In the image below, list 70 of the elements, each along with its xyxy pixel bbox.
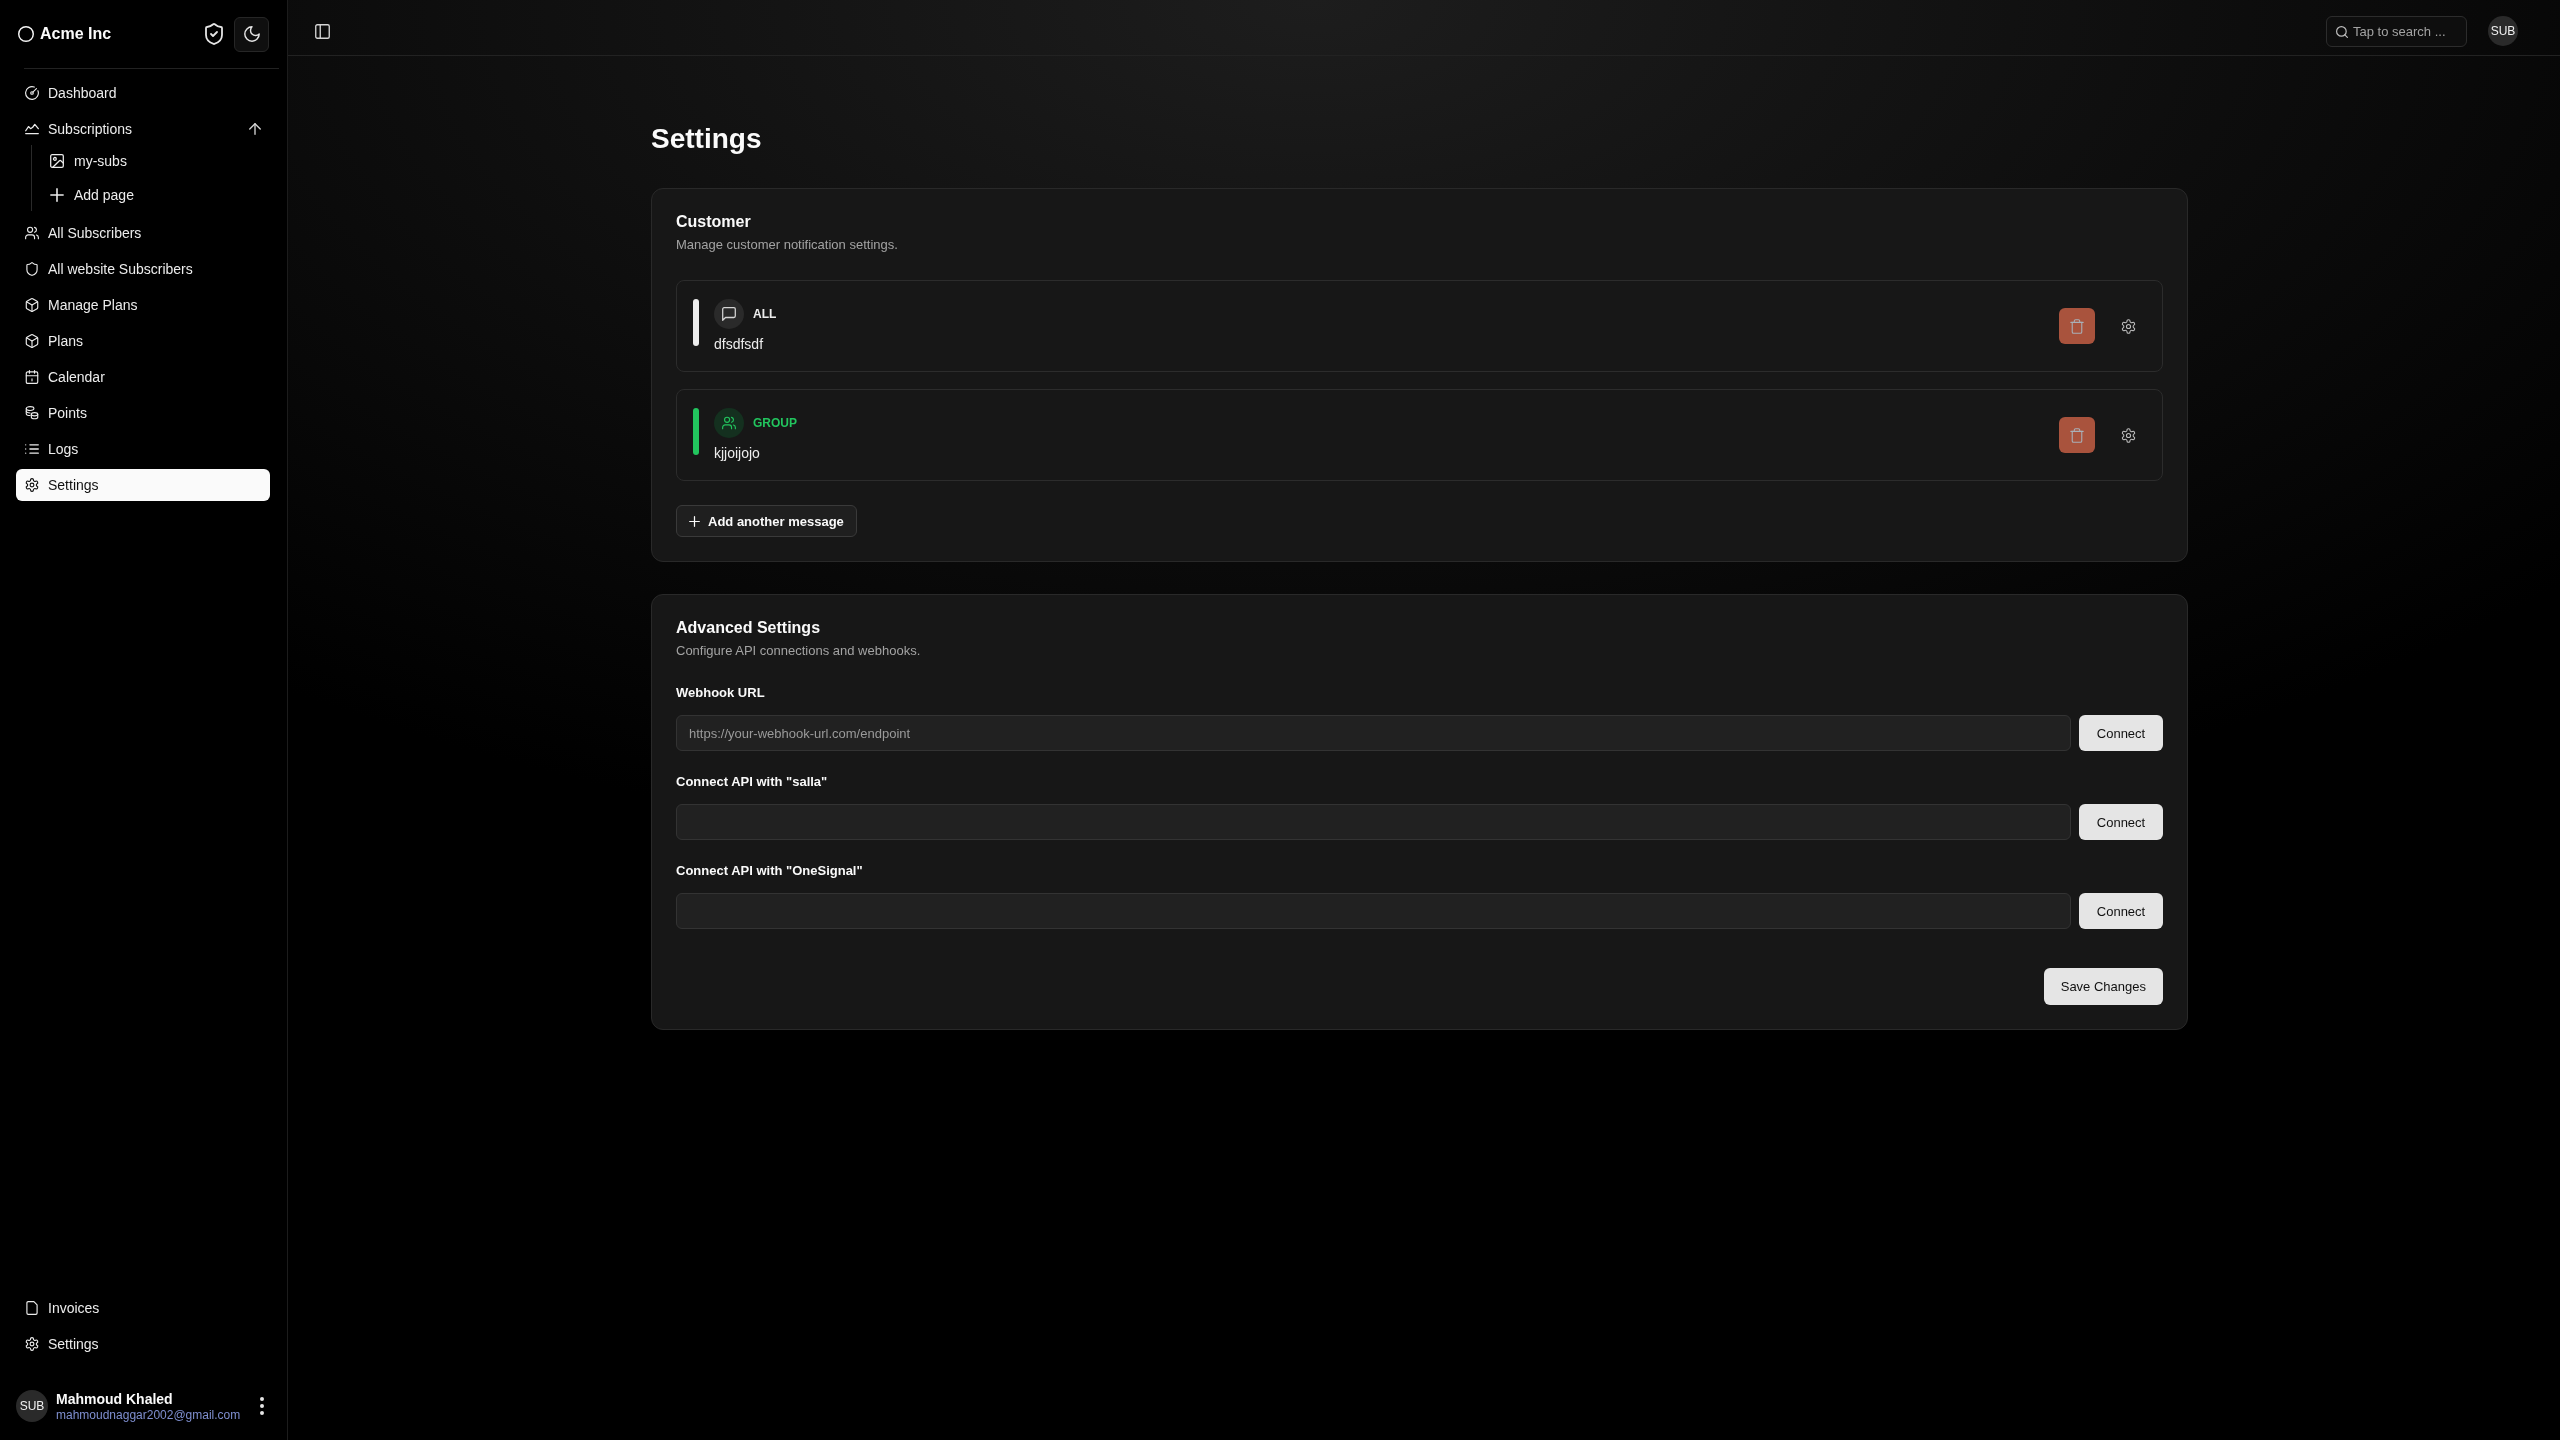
user-email: mahmoudnaggar2002@gmail.com bbox=[56, 1407, 241, 1422]
nav-item[interactable]: Plans bbox=[16, 325, 270, 357]
input-field[interactable]: https://your-webhook-url.com/endpoint bbox=[676, 715, 2071, 751]
line-chart-icon bbox=[25, 122, 39, 136]
input-field[interactable] bbox=[676, 893, 2071, 929]
nav-item[interactable]: Manage Plans bbox=[16, 289, 270, 321]
field-label: Connect API with "salla" bbox=[676, 773, 828, 791]
file-icon bbox=[25, 1301, 39, 1315]
card-title: Customer bbox=[676, 212, 751, 232]
plus-icon bbox=[50, 188, 64, 202]
add-message-button[interactable]: Add another message bbox=[676, 505, 857, 537]
shield-check-icon bbox=[205, 23, 223, 45]
connect-button[interactable]: Connect bbox=[2079, 804, 2163, 840]
plus-icon bbox=[689, 515, 700, 527]
save-button[interactable]: Save Changes bbox=[2043, 968, 2163, 1005]
nav-item[interactable]: Subscriptions bbox=[16, 113, 270, 145]
message-text: kjjoijojo bbox=[714, 444, 760, 462]
user-name: Mahmoud Khaled bbox=[56, 1390, 173, 1407]
shield-icon bbox=[25, 262, 39, 276]
users-icon bbox=[25, 226, 39, 240]
audience-label: ALL bbox=[753, 307, 777, 321]
coins-icon bbox=[25, 406, 39, 420]
settings-icon bbox=[25, 1337, 39, 1351]
search-icon bbox=[2336, 25, 2348, 38]
nav-item[interactable]: All Subscribers bbox=[16, 217, 270, 249]
list-icon bbox=[25, 442, 39, 456]
trash-icon bbox=[2070, 427, 2084, 443]
nav-item[interactable]: Calendar bbox=[16, 361, 270, 393]
nav-item[interactable]: Settings bbox=[16, 469, 270, 501]
card-title: Advanced Settings bbox=[676, 618, 821, 638]
moon-icon bbox=[243, 26, 260, 42]
more-icon[interactable] bbox=[260, 1397, 264, 1415]
message-text: dfsdfsdf bbox=[714, 335, 764, 353]
nav-item[interactable]: Dashboard bbox=[16, 77, 270, 109]
delete-button[interactable] bbox=[2059, 308, 2095, 344]
avatar[interactable]: SUB bbox=[16, 1390, 48, 1422]
field-label: Connect API with "OneSignal" bbox=[676, 862, 863, 880]
logo-icon bbox=[18, 26, 34, 42]
nav-item[interactable]: Points bbox=[16, 397, 270, 429]
settings-icon[interactable] bbox=[2121, 427, 2136, 443]
field-label: Webhook URL bbox=[676, 684, 765, 702]
image-icon bbox=[50, 154, 64, 168]
nav-item[interactable]: All website Subscribers bbox=[16, 253, 270, 285]
nav-item[interactable]: Settings bbox=[16, 1328, 270, 1360]
settings-icon[interactable] bbox=[2121, 318, 2136, 334]
nav-item[interactable]: Invoices bbox=[16, 1292, 270, 1324]
box-icon bbox=[25, 334, 39, 348]
users-icon bbox=[714, 408, 744, 438]
card-description: Manage customer notification settings. bbox=[676, 236, 898, 254]
chat-icon bbox=[714, 299, 744, 329]
brand-name: Acme Inc bbox=[40, 25, 112, 43]
connect-button[interactable]: Connect bbox=[2079, 893, 2163, 929]
panel-toggle-icon[interactable] bbox=[315, 23, 330, 39]
delete-button[interactable] bbox=[2059, 417, 2095, 453]
card-description: Configure API connections and webhooks. bbox=[676, 642, 921, 660]
gauge-icon bbox=[25, 86, 39, 100]
theme-toggle-button[interactable] bbox=[234, 16, 269, 52]
avatar[interactable]: SUB bbox=[2488, 16, 2518, 46]
connect-button[interactable]: Connect bbox=[2079, 715, 2163, 751]
page-title: Settings bbox=[651, 122, 762, 156]
nav-item[interactable]: my-subs bbox=[41, 145, 270, 177]
nav-item[interactable]: Logs bbox=[16, 433, 270, 465]
trash-icon bbox=[2070, 318, 2084, 334]
box-icon bbox=[25, 298, 39, 312]
calendar-icon bbox=[25, 370, 39, 384]
settings-icon bbox=[25, 478, 39, 492]
nav-item[interactable]: Add page bbox=[41, 179, 270, 211]
search-field[interactable]: Tap to search ... bbox=[2326, 15, 2467, 47]
audience-label: GROUP bbox=[753, 416, 797, 430]
input-field[interactable] bbox=[676, 804, 2071, 840]
